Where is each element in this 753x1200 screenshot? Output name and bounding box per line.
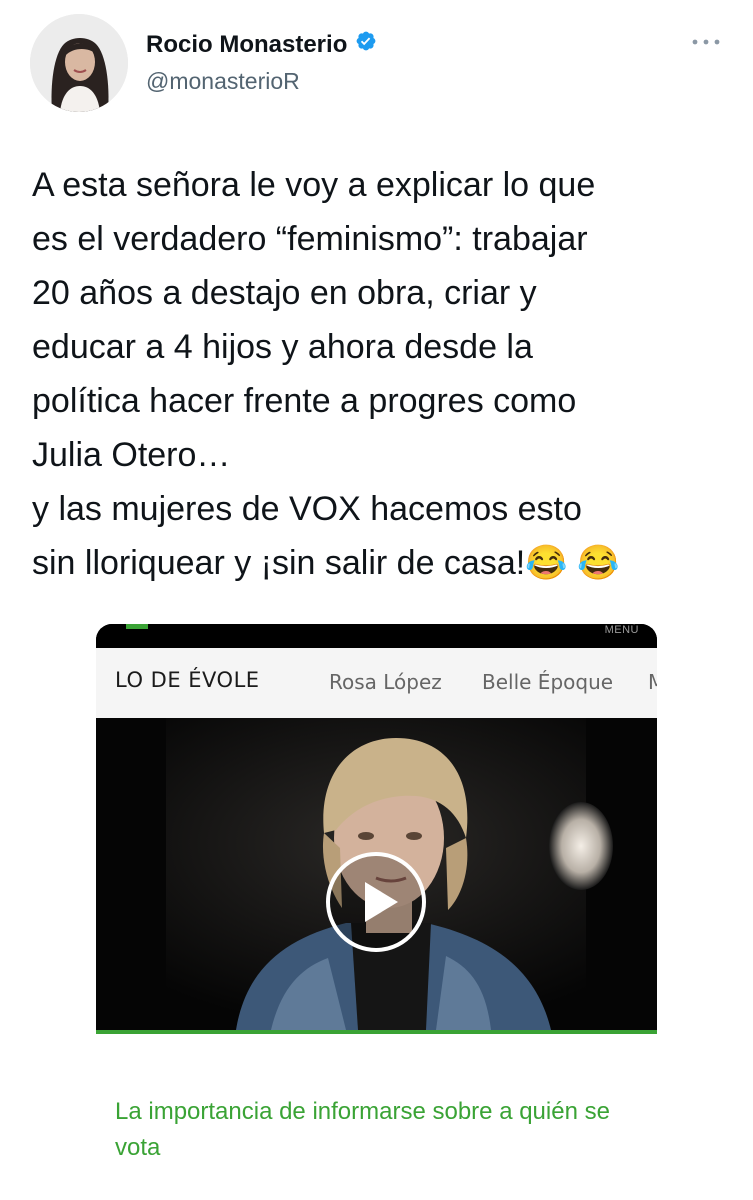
avatar-portrait bbox=[30, 14, 128, 112]
author-name-row[interactable]: Rocio Monasterio bbox=[146, 30, 377, 59]
play-button[interactable] bbox=[324, 850, 428, 954]
more-options-icon bbox=[692, 39, 720, 45]
verified-badge-icon bbox=[355, 30, 377, 59]
card-green-divider bbox=[96, 1030, 657, 1034]
green-accent-mark bbox=[126, 624, 148, 629]
nav-link-truncated[interactable]: M bbox=[648, 670, 657, 694]
tweet-text: A esta señora le voy a explicar lo que e… bbox=[32, 158, 732, 590]
author-name[interactable]: Rocio Monasterio bbox=[146, 31, 347, 59]
nav-brand[interactable]: LO DE ÉVOLE bbox=[115, 668, 260, 692]
card-topbar: MENÚ bbox=[96, 624, 657, 648]
tweet-body: A esta señora le voy a explicar lo que e… bbox=[32, 166, 596, 582]
author-avatar[interactable] bbox=[30, 14, 128, 112]
card-caption-link[interactable]: La importancia de informarse sobre a qui… bbox=[115, 1094, 655, 1166]
play-icon bbox=[326, 852, 426, 952]
menu-label: MENÚ bbox=[604, 624, 639, 636]
more-options-button[interactable] bbox=[688, 30, 724, 54]
video-thumbnail[interactable] bbox=[96, 718, 657, 1030]
author-handle[interactable]: @monasterioR bbox=[146, 68, 300, 95]
nav-link-rosa-lopez[interactable]: Rosa López bbox=[329, 670, 442, 694]
card-navbar: LO DE ÉVOLE Rosa López Belle Époque M bbox=[96, 648, 657, 718]
laughing-emoji: 😂 😂 bbox=[525, 544, 620, 582]
nav-link-belle-epoque[interactable]: Belle Époque bbox=[482, 670, 613, 694]
link-preview-card[interactable]: MENÚ LO DE ÉVOLE Rosa López Belle Époque… bbox=[96, 624, 657, 1034]
